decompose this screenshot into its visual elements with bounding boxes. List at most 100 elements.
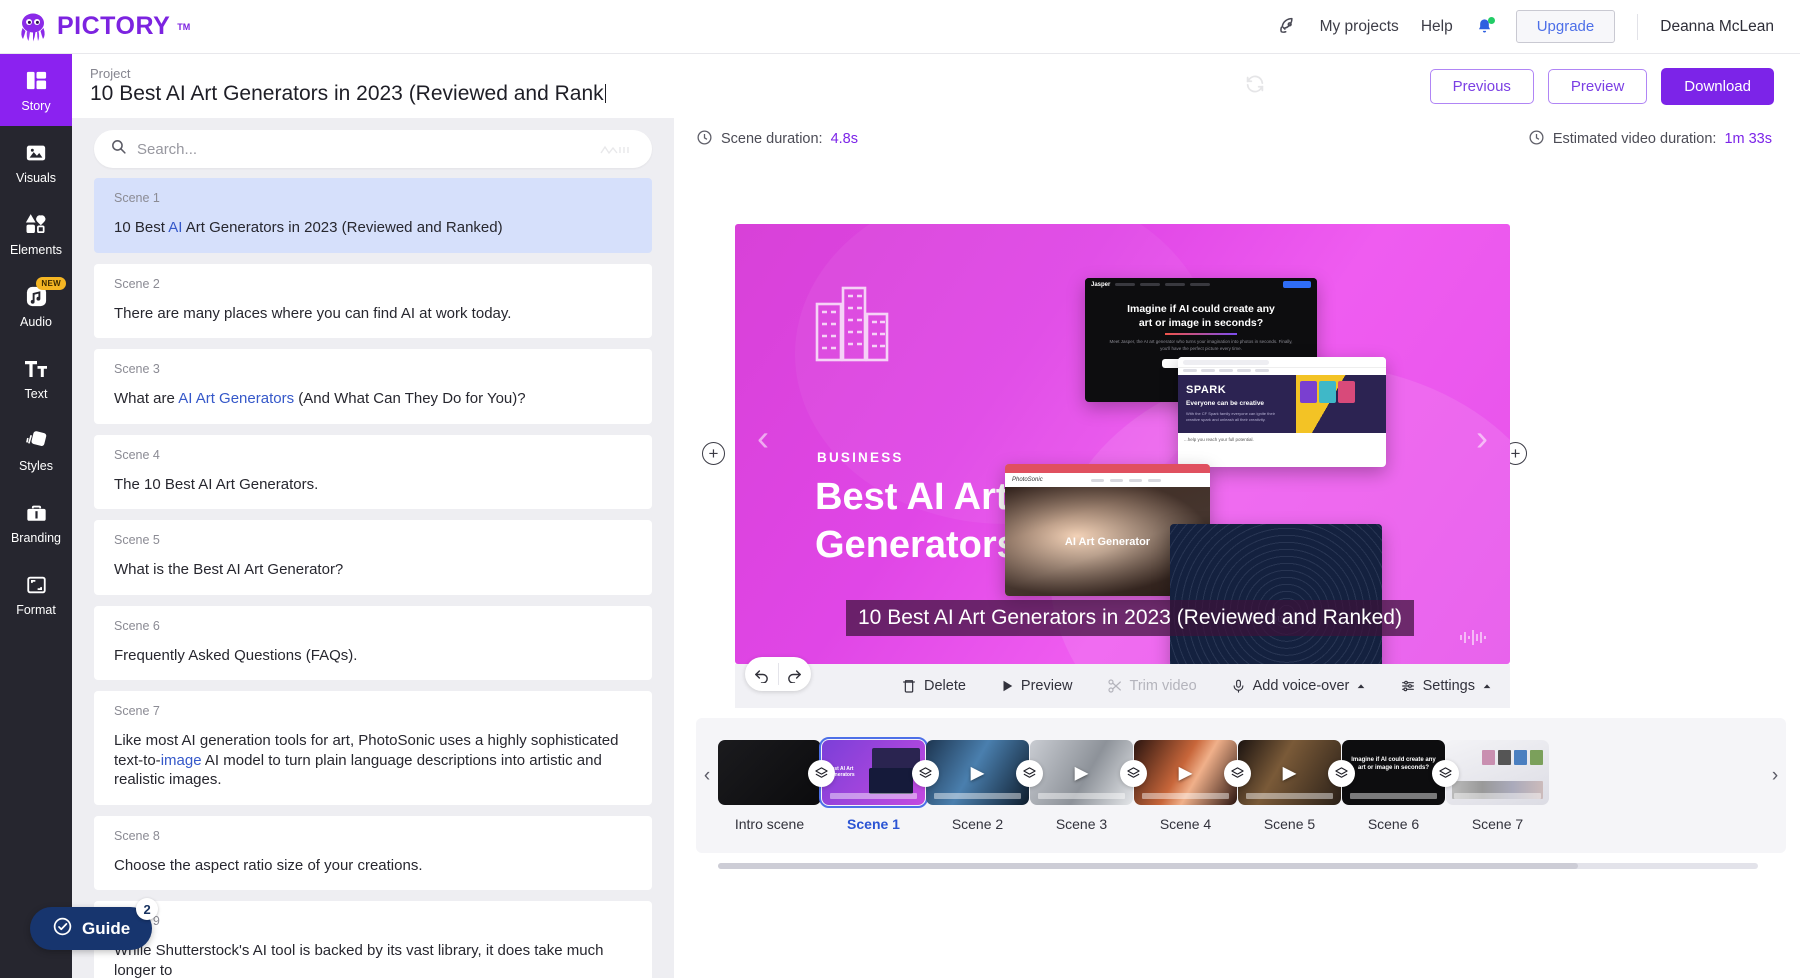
user-name[interactable]: Deanna McLean <box>1660 18 1774 36</box>
storyboard-thumbnail[interactable] <box>1446 740 1549 805</box>
notifications-button[interactable] <box>1475 17 1495 36</box>
scene-text-part: AI <box>168 219 183 236</box>
rocket-icon[interactable] <box>1277 16 1298 37</box>
play-icon[interactable]: ▶ <box>1075 762 1089 783</box>
storyboard-item[interactable]: Scene 7 <box>1446 740 1549 832</box>
previous-button[interactable]: Previous <box>1429 68 1534 104</box>
undo-redo-divider <box>778 663 779 685</box>
mock-photo-navbar: PhotoSonic <box>1005 473 1210 487</box>
sidebar-item-styles[interactable]: Styles <box>0 414 72 486</box>
settings-label: Settings <box>1422 678 1475 694</box>
layers-icon[interactable] <box>912 760 939 787</box>
undo-icon[interactable] <box>745 666 778 683</box>
storyboard-item[interactable]: ▶ Scene 3 <box>1030 740 1133 832</box>
help-link[interactable]: Help <box>1421 18 1453 36</box>
header-divider <box>1637 13 1639 40</box>
brand-logo[interactable]: PICTORY TM <box>0 10 190 44</box>
scene-card[interactable]: Scene 9 While Shutterstock's AI tool is b… <box>94 901 652 978</box>
storyboard-thumbnail[interactable]: Best AI Art Generators <box>819 737 928 808</box>
storyboard-item[interactable]: ▶ Scene 4 <box>1134 740 1237 832</box>
play-icon[interactable]: ▶ <box>971 762 985 783</box>
slide-prev-arrow[interactable]: ‹ <box>757 420 769 456</box>
thumb-caption-bar <box>1246 793 1333 799</box>
storyboard-scrollbar-thumb[interactable] <box>718 863 1578 869</box>
storyboard-scrollbar-track[interactable] <box>718 863 1758 869</box>
chevron-up-icon <box>1358 684 1365 689</box>
layers-icon[interactable] <box>1120 760 1147 787</box>
storyboard-thumbnail[interactable]: ▶ <box>1030 740 1133 805</box>
storyboard-item[interactable]: Intro scene <box>718 740 821 832</box>
sidebar-item-label: Styles <box>18 458 54 473</box>
eye-off-icon[interactable] <box>784 740 801 742</box>
sidebar-item-audio[interactable]: NEW Audio <box>0 270 72 342</box>
storyboard-thumbnail[interactable] <box>718 740 821 805</box>
preview-button[interactable]: Preview <box>1547 68 1648 104</box>
scene-card[interactable]: Scene 6 Frequently Asked Questions (FAQs)… <box>94 605 652 680</box>
storyboard-item[interactable]: ▶ Scene 5 <box>1238 740 1341 832</box>
sidebar-item-branding[interactable]: Branding <box>0 486 72 558</box>
scene-card[interactable]: Scene 3 What are AI Art Generators (And W… <box>94 349 652 424</box>
scene-number-label: Scene 5 <box>114 533 160 547</box>
guide-button[interactable]: Guide 2 <box>30 898 159 950</box>
sidebar-item-text[interactable]: Text <box>0 342 72 414</box>
storyboard-item[interactable]: Imagine if AI could create any art or ima… <box>1342 740 1445 832</box>
thumb-caption-bar <box>1350 793 1437 799</box>
sidebar-item-label: Format <box>16 602 56 617</box>
check-circle-icon <box>52 916 73 942</box>
scene-number-label: Scene 2 <box>114 276 160 291</box>
sidebar-item-elements[interactable]: Elements <box>0 198 72 270</box>
my-projects-link[interactable]: My projects <box>1320 18 1399 36</box>
mock-spark-art <box>1296 375 1386 433</box>
redo-icon[interactable] <box>778 666 811 683</box>
storyboard-item[interactable]: Best AI Art Generators Scene 1 <box>819 737 928 832</box>
storyboard-thumbnail[interactable]: ▶ <box>1238 740 1341 805</box>
layers-icon[interactable] <box>1016 760 1043 787</box>
mock-midjourney-pattern <box>1170 524 1382 664</box>
delete-button[interactable]: Delete <box>901 678 966 694</box>
scene-card[interactable]: Scene 2 There are many places where you c… <box>94 263 652 338</box>
video-preview-canvas[interactable]: BUSINESS Best AI Art Generators Jasper I… <box>735 224 1510 664</box>
briefcase-icon <box>25 500 48 526</box>
storyboard-next-arrow[interactable]: › <box>1764 740 1786 812</box>
thumb-headline: Imagine if AI could create any art or ima… <box>1351 757 1436 772</box>
scene-duration-value: 4.8s <box>830 131 858 147</box>
layers-icon[interactable] <box>1224 760 1251 787</box>
settings-button[interactable]: Settings <box>1400 678 1492 694</box>
scene-number-label: Scene 8 <box>114 828 160 843</box>
mock-thumb <box>1300 381 1317 403</box>
sidebar-item-visuals[interactable]: Visuals <box>0 126 72 198</box>
add-voice-over-button[interactable]: Add voice-over <box>1231 678 1367 694</box>
layers-icon[interactable] <box>808 760 835 787</box>
add-scene-left-button[interactable]: + <box>702 442 725 465</box>
download-button[interactable]: Download <box>1661 67 1774 105</box>
upgrade-button[interactable]: Upgrade <box>1515 10 1616 43</box>
search-input[interactable] <box>137 140 636 158</box>
mock-spark-hero: SPARK Everyone can be creative With the … <box>1178 375 1386 433</box>
storyboard-thumbnail[interactable]: ▶ <box>926 740 1029 805</box>
story-icon <box>25 68 48 94</box>
storyboard-prev-arrow[interactable]: ‹ <box>696 740 718 812</box>
play-icon[interactable]: ▶ <box>1283 762 1297 783</box>
preview-label: Preview <box>1020 678 1073 694</box>
play-icon[interactable]: ▶ <box>1179 762 1193 783</box>
storyboard-thumbs: Intro scene Best AI Art Generators Scene 1 ▶… <box>718 737 1549 832</box>
search-box[interactable] <box>94 130 652 168</box>
storyboard-thumbnail[interactable]: ▶ <box>1134 740 1237 805</box>
storyboard-thumbnail[interactable]: Imagine if AI could create any art or ima… <box>1342 740 1445 805</box>
scene-card[interactable]: Scene 1 10 Best AI Art Generators in 2023… <box>94 178 652 253</box>
slide-next-arrow[interactable]: › <box>1476 420 1488 456</box>
layers-icon[interactable] <box>1432 760 1459 787</box>
project-title-input[interactable]: 10 Best AI Art Generators in 2023 (Revie… <box>90 82 606 106</box>
storyboard-item[interactable]: ▶ Scene 2 <box>926 740 1029 832</box>
sidebar-item-story[interactable]: Story <box>0 54 72 126</box>
preview-play-button[interactable]: Preview <box>1000 678 1073 694</box>
layers-icon[interactable] <box>1328 760 1355 787</box>
mock-thumb-row <box>1300 381 1355 403</box>
scene-card[interactable]: Scene 8 Choose the aspect ratio size of y… <box>94 815 652 890</box>
scene-card[interactable]: Scene 5 What is the Best AI Art Generator… <box>94 520 652 595</box>
scene-card[interactable]: Scene 7 Like most AI generation tools for… <box>94 691 652 805</box>
sidebar-item-format[interactable]: Format <box>0 558 72 630</box>
video-caption-text[interactable]: 10 Best AI Art Generators in 2023 (Revie… <box>846 600 1414 636</box>
mock-jasper-headline: Imagine if AI could create any art or im… <box>1085 291 1317 330</box>
scene-card[interactable]: Scene 4 The 10 Best AI Art Generators. <box>94 434 652 509</box>
